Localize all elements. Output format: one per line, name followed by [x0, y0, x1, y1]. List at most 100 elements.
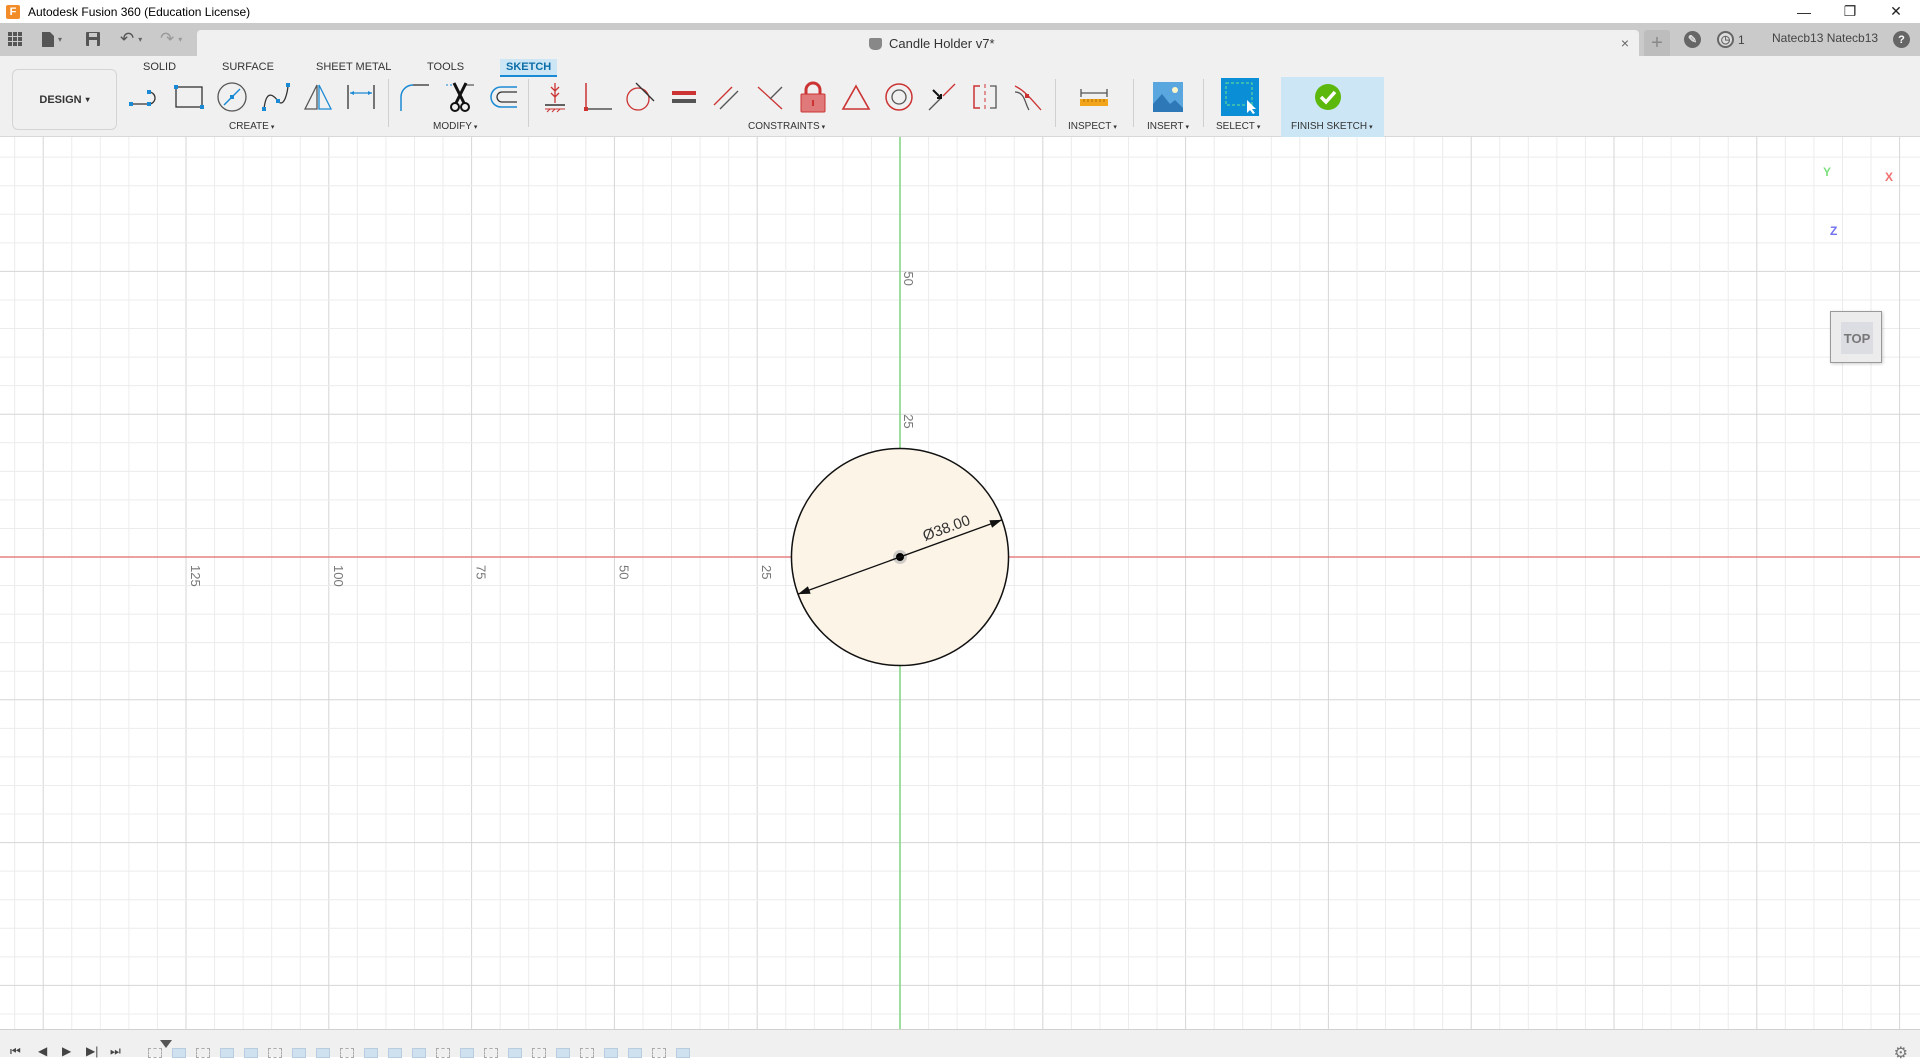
divider	[1133, 79, 1134, 127]
concentric-icon	[885, 83, 913, 111]
y-axis-tick-label: 50	[901, 271, 916, 285]
fillet-tool[interactable]	[397, 79, 433, 115]
window-select-icon	[1225, 82, 1256, 114]
chevron-down-icon: ▾	[178, 34, 183, 44]
inspect-menu[interactable]: INSPECT ▾	[1068, 121, 1117, 132]
extensions-button[interactable]: ✎	[1684, 31, 1701, 48]
chevron-down-icon: ▾	[1256, 124, 1261, 131]
circle-tool[interactable]	[214, 79, 250, 115]
document-tab[interactable]: Candle Holder v7* ×	[197, 30, 1639, 56]
timeline-marker[interactable]	[160, 1040, 172, 1048]
modify-menu[interactable]: MODIFY ▾	[433, 121, 477, 132]
select-tool[interactable]	[1221, 78, 1259, 116]
parallel-icon	[713, 86, 739, 110]
sketch-dimension-tool[interactable]	[343, 79, 379, 115]
mirror-tool[interactable]	[300, 79, 336, 115]
equal-constraint[interactable]	[666, 79, 702, 115]
workspace-switcher[interactable]: DESIGN ▾	[12, 69, 117, 130]
offset-tool[interactable]	[485, 79, 521, 115]
app-grid-icon	[8, 32, 22, 46]
file-menu-button[interactable]: ▾	[42, 29, 62, 49]
document-title: Candle Holder v7*	[869, 36, 995, 51]
viewcube-top-face[interactable]: TOP	[1841, 322, 1873, 354]
curvature-constraint[interactable]	[1010, 79, 1046, 115]
spline-tool[interactable]	[258, 79, 294, 115]
timeline-prev-button[interactable]: ◀	[38, 1044, 47, 1058]
chevron-down-icon: ▾	[821, 124, 826, 131]
chevron-down-icon: ▾	[270, 124, 275, 131]
rectangle-tool[interactable]	[171, 79, 207, 115]
user-account-button[interactable]: Natecb13 Natecb13	[1772, 31, 1878, 45]
window-titlebar: F Autodesk Fusion 360 (Education License…	[0, 0, 1920, 23]
symmetry-constraint[interactable]	[967, 79, 1003, 115]
close-window-button[interactable]: ✕	[1873, 0, 1919, 23]
circle-icon	[217, 82, 247, 112]
file-icon	[42, 31, 54, 47]
spline-icon	[262, 83, 290, 111]
help-button[interactable]: ?	[1893, 31, 1910, 48]
collinear-constraint[interactable]	[924, 79, 960, 115]
chevron-down-icon: ▾	[85, 95, 90, 104]
insert-image-tool[interactable]	[1150, 79, 1186, 115]
minimize-button[interactable]: —	[1781, 0, 1827, 23]
create-menu[interactable]: CREATE ▾	[229, 121, 274, 132]
timeline-play-button[interactable]: ▶	[62, 1044, 71, 1058]
chevron-down-icon: ▾	[1369, 124, 1373, 131]
job-count: 1	[1738, 32, 1745, 47]
tab-sketch[interactable]: SKETCH	[500, 59, 558, 77]
constraints-menu[interactable]: CONSTRAINTS ▾	[748, 121, 825, 132]
data-panel-button[interactable]	[8, 29, 22, 49]
measure-tool[interactable]	[1076, 79, 1112, 115]
fix-unfix-constraint[interactable]	[795, 79, 831, 115]
trim-tool[interactable]	[442, 79, 478, 115]
dimension-icon	[347, 85, 375, 109]
save-icon	[86, 32, 100, 46]
tab-tools[interactable]: TOOLS	[421, 59, 470, 77]
perpendicular-icon	[757, 86, 783, 110]
x-axis-tick-label: 75	[474, 565, 489, 579]
mirror-icon	[303, 84, 333, 110]
line-tool[interactable]	[128, 79, 164, 115]
timeline-settings-icon[interactable]: ⚙	[1894, 1043, 1908, 1063]
concentric-constraint[interactable]	[881, 79, 917, 115]
save-button[interactable]	[86, 29, 100, 49]
tangent-constraint[interactable]	[622, 79, 658, 115]
chevron-down-icon: ▾	[58, 34, 63, 44]
close-tab-button[interactable]: ×	[1621, 35, 1629, 51]
horizontal-vertical-constraint[interactable]	[537, 79, 573, 115]
coincident-constraint[interactable]	[580, 79, 616, 115]
line-icon	[129, 90, 156, 106]
tab-sheet-metal[interactable]: SHEET METAL	[310, 59, 397, 77]
finish-sketch-menu[interactable]: FINISH SKETCH ▾	[1291, 121, 1373, 132]
finish-sketch-tool[interactable]	[1310, 79, 1346, 115]
parallel-constraint[interactable]	[708, 79, 744, 115]
tangent-icon	[626, 82, 655, 111]
select-menu[interactable]: SELECT ▾	[1216, 121, 1260, 132]
viewcube[interactable]: TOP	[1830, 311, 1882, 363]
undo-icon: ↶	[120, 29, 135, 48]
sketch-grid[interactable]: 125 100 75 50 255025Ø38.00	[0, 137, 1920, 1029]
tab-surface[interactable]: SURFACE	[216, 59, 280, 77]
user-name: Natecb13 Natecb13	[1772, 31, 1879, 45]
insert-menu[interactable]: INSERT ▾	[1147, 121, 1189, 132]
image-icon	[1153, 82, 1183, 112]
viewcube-z-axis-label: Z	[1830, 224, 1838, 238]
timeline-next-button[interactable]: ▶|	[86, 1044, 98, 1058]
midpoint-constraint[interactable]	[838, 79, 874, 115]
chevron-down-icon: ▾	[138, 34, 143, 44]
restore-button[interactable]: ❐	[1827, 0, 1873, 23]
redo-button[interactable]: ↷ ▾	[160, 29, 182, 49]
triangle-icon	[841, 84, 871, 110]
measure-icon	[1080, 89, 1108, 106]
wrench-icon: ✎	[1684, 31, 1701, 48]
rectangle-icon	[174, 85, 204, 109]
job-status-button[interactable]: ◷ 1	[1717, 31, 1745, 48]
new-tab-button[interactable]: +	[1644, 30, 1670, 56]
fix-icon	[545, 83, 565, 113]
perpendicular-constraint[interactable]	[752, 79, 788, 115]
sketch-canvas[interactable]: 125 100 75 50 25 50 25 Ø38.00 TOP Y X Z	[0, 137, 1920, 1029]
offset-icon	[490, 86, 517, 108]
tab-solid[interactable]: SOLID	[137, 59, 182, 77]
chevron-down-icon: ▾	[1113, 124, 1117, 131]
undo-button[interactable]: ↶ ▾	[120, 29, 142, 49]
